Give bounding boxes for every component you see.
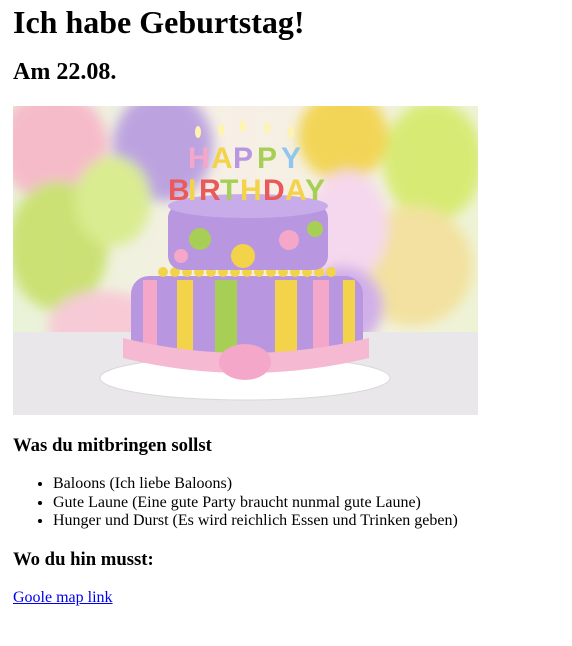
svg-text:T: T: [220, 174, 238, 207]
event-date: Am 22.08.: [13, 59, 117, 85]
svg-text:Y: Y: [281, 142, 301, 175]
list-item: Baloons (Ich liebe Baloons): [53, 475, 458, 494]
list-item: Hunger und Durst (Es wird reichlich Esse…: [53, 512, 458, 531]
svg-text:P: P: [257, 142, 277, 175]
google-map-link[interactable]: Goole map link: [13, 588, 113, 608]
bring-heading: Was du mitbringen sollst: [13, 435, 212, 456]
svg-text:A: A: [211, 142, 233, 175]
location-heading: Wo du hin musst:: [13, 549, 154, 570]
svg-text:B: B: [168, 174, 190, 207]
svg-text:R: R: [199, 174, 221, 207]
svg-text:I: I: [188, 174, 196, 207]
svg-text:H: H: [240, 174, 262, 207]
svg-text:P: P: [233, 142, 253, 175]
page-title: Ich habe Geburtstag!: [13, 4, 305, 40]
svg-text:H: H: [188, 142, 210, 175]
list-item: Gute Laune (Eine gute Party braucht nunm…: [53, 494, 458, 513]
svg-text:D: D: [263, 174, 285, 207]
svg-text:A: A: [285, 174, 307, 207]
birthday-cake-image: H A P P Y B I R T H D A Y: [13, 106, 478, 415]
bring-list: Baloons (Ich liebe Baloons) Gute Laune (…: [13, 475, 458, 531]
svg-text:Y: Y: [305, 174, 325, 207]
